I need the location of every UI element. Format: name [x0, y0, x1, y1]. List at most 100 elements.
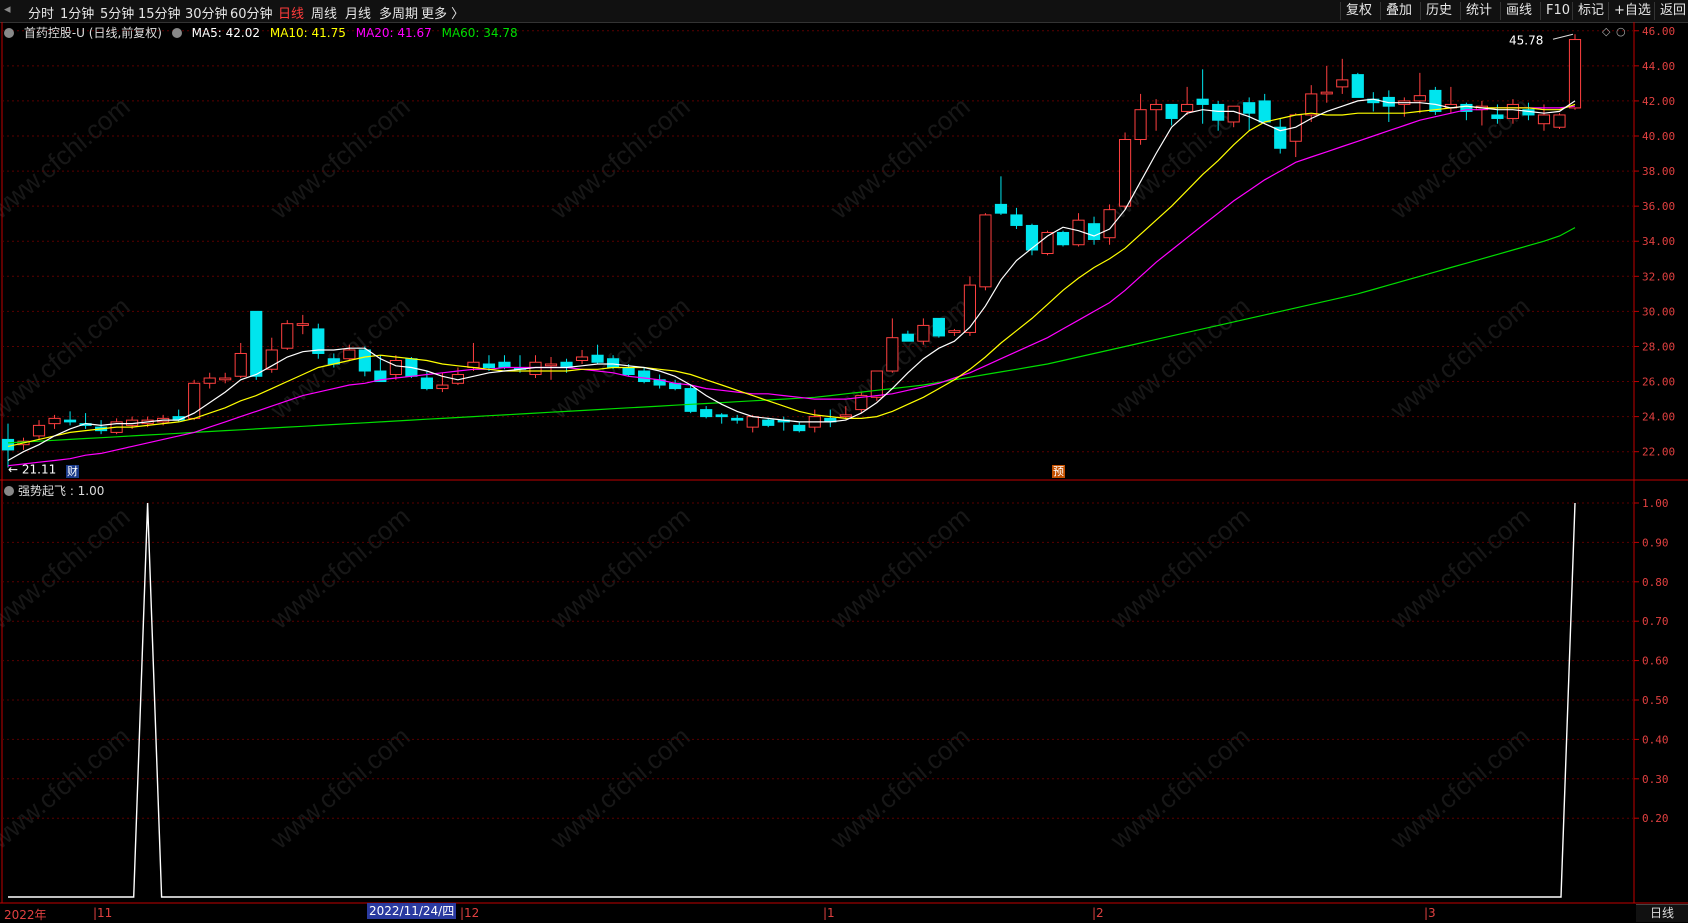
price-axis-label: 30.00	[1642, 305, 1675, 318]
marker-cai[interactable]: 财	[66, 465, 79, 478]
candle-body	[32, 424, 46, 437]
watermark-text: www.cfchi.com	[1384, 501, 1536, 635]
candle-body	[1212, 103, 1225, 121]
low-price-label: ← 21.11	[8, 462, 56, 476]
ma60-line	[7, 227, 1576, 444]
candle-body	[281, 323, 294, 349]
candle-body	[1336, 79, 1349, 88]
watermark-text: www.cfchi.com	[824, 91, 976, 225]
candle-body	[203, 377, 216, 384]
candle-body	[1351, 74, 1364, 98]
ma-info-line: 首药控股-U (日线,前复权) MA5: 42.02 MA10: 41.75 M…	[4, 24, 524, 41]
price-axis-label: 38.00	[1642, 165, 1675, 178]
date-label: |1	[823, 906, 835, 920]
candle-body	[1150, 103, 1163, 111]
candle-body	[436, 384, 449, 390]
watermark-text: www.cfchi.com	[0, 91, 136, 225]
high-price-label: 45.78	[1509, 33, 1543, 47]
candle-body	[638, 370, 651, 383]
price-axis-label: 32.00	[1642, 270, 1675, 283]
ma20-line	[7, 105, 1576, 467]
watermark-text: www.cfchi.com	[544, 721, 696, 855]
candle-body	[498, 361, 511, 369]
price-axis-label: 24.00	[1642, 411, 1675, 424]
candle-body	[979, 214, 992, 288]
watermark-text: www.cfchi.com	[0, 721, 136, 855]
candle-body	[762, 419, 775, 426]
candle-body	[715, 414, 728, 418]
candle-body	[793, 424, 806, 432]
ma-toggle-icon[interactable]	[171, 28, 182, 38]
ma5-line	[7, 98, 1576, 462]
marker-yu[interactable]: 预	[1052, 465, 1065, 478]
candle-body	[389, 359, 402, 376]
candle-body	[219, 377, 232, 381]
candle-body	[1181, 103, 1194, 112]
cursor-date: 2022/11/24/四	[367, 903, 457, 919]
price-axis-label: 34.00	[1642, 235, 1675, 248]
candle-body	[606, 358, 620, 369]
candle-body	[1010, 214, 1023, 226]
candle-body	[1553, 114, 1566, 128]
candle-body	[296, 323, 309, 326]
candle-body	[48, 417, 61, 425]
candle-body	[1118, 139, 1132, 207]
candle-body	[63, 419, 77, 423]
date-axis: 2022年 |11 |12 |1 |2 |3	[0, 904, 1688, 922]
indicator-axis-label: 1.00	[1642, 497, 1669, 510]
watermark-text: www.cfchi.com	[544, 91, 696, 225]
indicator-name: 强势起飞 : 1.00	[18, 484, 105, 498]
ma60-value: MA60: 34.78	[441, 26, 518, 40]
indicator-axis-label: 0.50	[1642, 694, 1669, 707]
candle-body	[700, 409, 713, 418]
candle-body	[420, 377, 433, 390]
candle-body	[886, 337, 899, 372]
candle-body	[1087, 223, 1101, 240]
candle-body	[622, 367, 635, 376]
watermark-text: www.cfchi.com	[264, 721, 416, 855]
candle-body	[684, 388, 697, 412]
candle-body	[901, 333, 914, 342]
diamond-icon[interactable]: ◇	[1602, 25, 1611, 38]
price-axis-label: 46.00	[1642, 25, 1675, 38]
candle-body	[932, 317, 945, 337]
candle-body	[575, 356, 589, 361]
indicator-axis-label: 0.40	[1642, 733, 1669, 746]
stock-title: 首药控股-U (日线,前复权)	[23, 26, 162, 40]
indicator-axis-label: 0.90	[1642, 536, 1669, 549]
indicator-axis-label: 0.80	[1642, 576, 1669, 589]
candle-body	[870, 370, 883, 398]
date-label: |12	[460, 906, 480, 920]
candle-body	[1413, 95, 1426, 102]
watermark-text: www.cfchi.com	[544, 501, 696, 635]
chart-area: www.cfchi.com www.cfchi.com www.cfchi.com w…	[0, 22, 1688, 904]
circle-icon[interactable]: ○	[1616, 25, 1626, 38]
ma5-value: MA5: 42.02	[191, 26, 261, 40]
price-axis-label: 40.00	[1642, 130, 1675, 143]
date-label: 2022年	[4, 908, 47, 922]
ma20-value: MA20: 41.67	[355, 26, 432, 40]
candle-body	[250, 310, 263, 377]
candle-body	[358, 349, 371, 372]
candle-body	[917, 324, 930, 342]
candle-body	[1, 438, 15, 451]
watermark-text: www.cfchi.com	[264, 501, 416, 635]
period-tab[interactable]: 日线	[1636, 904, 1688, 922]
watermark-text: www.cfchi.com	[1104, 721, 1256, 855]
candle-body	[1429, 89, 1442, 112]
candle-body	[1568, 39, 1582, 109]
price-axis-label: 26.00	[1642, 376, 1675, 389]
indicator-settings-icon[interactable]	[4, 486, 14, 496]
date-label: |2	[1092, 906, 1104, 920]
candle-body	[1506, 103, 1520, 119]
settings-circle-icon[interactable]	[4, 28, 14, 38]
candle-body	[1491, 114, 1504, 119]
price-axis-label: 44.00	[1642, 60, 1675, 73]
candle-body	[731, 417, 744, 421]
indicator-axis-label: 0.30	[1642, 773, 1669, 786]
candle-body	[1320, 91, 1333, 95]
candle-body	[948, 330, 961, 333]
price-axis-label: 22.00	[1642, 446, 1675, 459]
candle-body	[1243, 102, 1256, 114]
ma10-line	[7, 103, 1576, 447]
